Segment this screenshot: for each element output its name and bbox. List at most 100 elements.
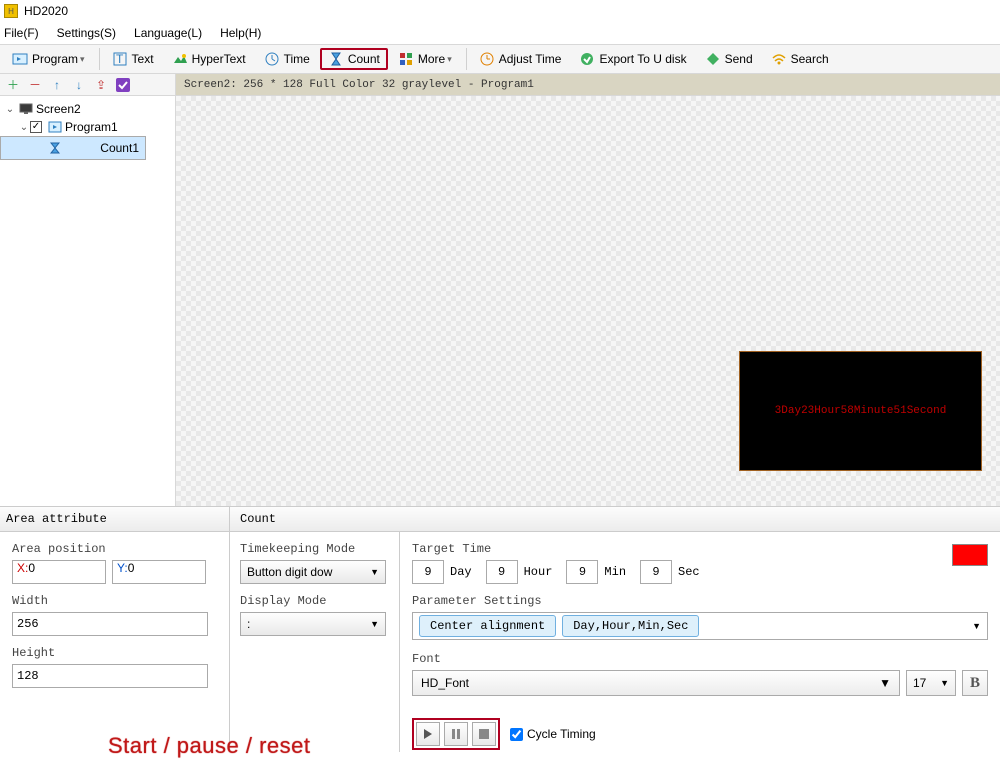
tree-screen[interactable]: ⌄ Screen2 [0, 100, 175, 118]
tree-program[interactable]: ⌄ ✓ Program1 [0, 118, 175, 136]
toolbar-adjust-time[interactable]: Adjust Time [471, 48, 570, 70]
timekeeping-select[interactable]: Button digit dow▼ [240, 560, 386, 584]
font-size-select[interactable]: 17▼ [906, 670, 956, 696]
tree-toolbar-row: ＋ － ↑ ↓ ⇪ Screen2: 256 * 128 Full Color … [0, 74, 1000, 96]
toolbar-send-label: Send [725, 52, 753, 66]
tree-program-label: Program1 [65, 120, 118, 134]
font-select[interactable]: HD_Font▼ [412, 670, 900, 696]
export-icon[interactable]: ⇪ [92, 77, 110, 93]
toolbar-program-label: Program [32, 52, 78, 66]
title-bar: H HD2020 [0, 0, 1000, 22]
breadcrumb: Screen2: 256 * 128 Full Color 32 graylev… [176, 74, 1000, 95]
toolbar-separator [466, 48, 467, 70]
menu-settings[interactable]: Settings(S) [57, 26, 116, 40]
toolbar-more[interactable]: More▾ [390, 48, 460, 70]
parameter-settings-label: Parameter Settings [412, 594, 988, 608]
toolbar-search[interactable]: Search [763, 48, 837, 70]
program-icon [48, 120, 62, 134]
text-icon: T [112, 51, 128, 67]
chip-units[interactable]: Day,Hour,Min,Sec [562, 615, 699, 637]
media-controls-row: Cycle Timing [412, 718, 988, 750]
annotation-label: Start / pause / reset [108, 733, 310, 759]
tree-toolbar: ＋ － ↑ ↓ ⇪ [0, 74, 176, 95]
toolbar-adjust-label: Adjust Time [499, 52, 562, 66]
hourglass-icon [48, 141, 62, 155]
cycle-timing-checkbox[interactable]: Cycle Timing [510, 727, 596, 741]
hourglass-icon [328, 51, 344, 67]
play-button[interactable] [416, 722, 440, 746]
tree-count[interactable]: Count1 [0, 136, 146, 160]
min-input[interactable] [566, 560, 598, 584]
area-position-label: Area position [12, 542, 217, 556]
width-input[interactable] [12, 612, 208, 636]
screen-icon [19, 102, 33, 116]
svg-text:T: T [116, 52, 124, 66]
day-input[interactable] [412, 560, 444, 584]
toolbar-send[interactable]: Send [697, 48, 761, 70]
day-unit: Day [450, 565, 472, 579]
display-mode-select[interactable]: :▼ [240, 612, 386, 636]
remove-icon[interactable]: － [26, 77, 44, 93]
menu-file[interactable]: File(F) [4, 26, 39, 40]
font-label: Font [412, 652, 988, 666]
clock-icon [264, 51, 280, 67]
checkbox-icon[interactable]: ✓ [30, 121, 42, 133]
hypertext-icon [172, 51, 188, 67]
hour-unit: Hour [524, 565, 553, 579]
more-icon [398, 51, 414, 67]
toolbar-export-label: Export To U disk [599, 52, 686, 66]
toolbar-export[interactable]: Export To U disk [571, 48, 694, 70]
hour-input[interactable] [486, 560, 518, 584]
check-icon[interactable] [114, 77, 132, 93]
count-settings-panel: Target Time Day Hour Min Sec Parameter S… [400, 532, 1000, 752]
menu-language[interactable]: Language(L) [134, 26, 202, 40]
property-header-row: Area attribute Count [0, 506, 1000, 532]
toolbar-text[interactable]: T Text [104, 48, 162, 70]
min-unit: Min [604, 565, 626, 579]
export-icon [579, 51, 595, 67]
toolbar-count-label: Count [348, 52, 380, 66]
bold-button[interactable]: B [962, 670, 988, 696]
height-input[interactable] [12, 664, 208, 688]
mode-panel: Timekeeping Mode Button digit dow▼ Displ… [230, 532, 400, 752]
add-icon[interactable]: ＋ [4, 77, 22, 93]
app-title: HD2020 [24, 4, 68, 18]
send-icon [705, 51, 721, 67]
target-time-label: Target Time [412, 542, 988, 556]
parameter-settings-select[interactable]: Center alignment Day,Hour,Min,Sec ▼ [412, 612, 988, 640]
move-up-icon[interactable]: ↑ [48, 77, 66, 93]
chip-alignment[interactable]: Center alignment [419, 615, 556, 637]
count-header: Count [230, 507, 1000, 531]
adjust-time-icon [479, 51, 495, 67]
media-controls [412, 718, 500, 750]
x-input[interactable]: X:0 [12, 560, 106, 584]
pause-button[interactable] [444, 722, 468, 746]
toolbar-hypertext-label: HyperText [192, 52, 246, 66]
color-swatch[interactable] [952, 544, 988, 566]
move-down-icon[interactable]: ↓ [70, 77, 88, 93]
toolbar-time[interactable]: Time [256, 48, 318, 70]
program-icon [12, 51, 28, 67]
sec-input[interactable] [640, 560, 672, 584]
height-label: Height [12, 646, 217, 660]
menu-help[interactable]: Help(H) [220, 26, 261, 40]
canvas-area[interactable]: 3Day23Hour58Minute51Second [176, 96, 1000, 506]
y-input[interactable]: Y:0 [112, 560, 206, 584]
wifi-icon [771, 51, 787, 67]
tree-panel: ⌄ Screen2 ⌄ ✓ Program1 Count1 [0, 96, 176, 506]
app-icon: H [4, 4, 18, 18]
toolbar-separator [99, 48, 100, 70]
area-attribute-header: Area attribute [0, 507, 230, 531]
preview-box[interactable]: 3Day23Hour58Minute51Second [739, 351, 982, 471]
timekeeping-label: Timekeeping Mode [240, 542, 389, 556]
toolbar-search-label: Search [791, 52, 829, 66]
area-attribute-panel: Area position X:0 Y:0 Width Height Start… [0, 532, 230, 752]
toolbar-more-label: More [418, 52, 445, 66]
display-mode-label: Display Mode [240, 594, 389, 608]
stop-button[interactable] [472, 722, 496, 746]
sec-unit: Sec [678, 565, 700, 579]
toolbar-hypertext[interactable]: HyperText [164, 48, 254, 70]
toolbar-count[interactable]: Count [320, 48, 388, 70]
toolbar-program[interactable]: Program▾ [4, 48, 93, 70]
width-label: Width [12, 594, 217, 608]
